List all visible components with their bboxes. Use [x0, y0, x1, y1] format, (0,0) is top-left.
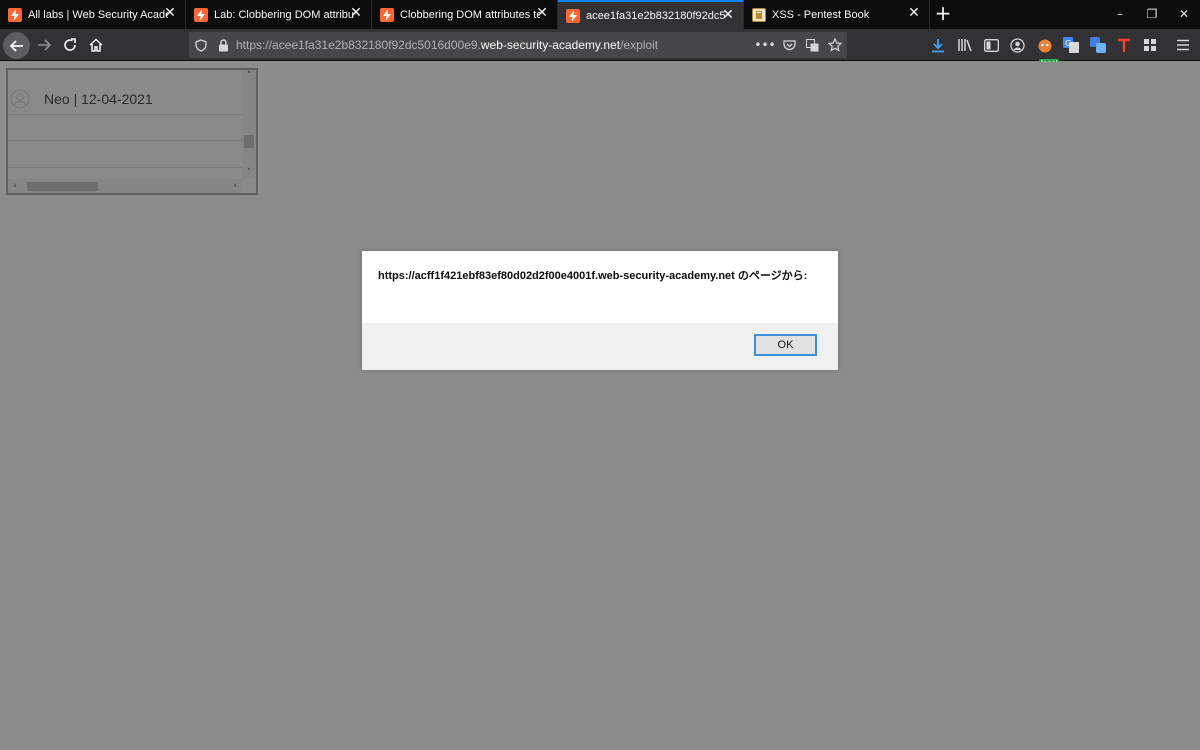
sidebar-icon[interactable] [982, 36, 1000, 54]
tab-title: All labs | Web Security Academy [28, 8, 168, 21]
divider [8, 140, 242, 141]
close-icon[interactable]: ✕ [721, 8, 735, 22]
url-domain: web-security-academy.net [480, 38, 621, 52]
pocket-icon[interactable] [780, 37, 798, 53]
tab-strip: All labs | Web Security Academy ✕ Lab: C… [0, 0, 1200, 29]
close-icon[interactable]: ✕ [349, 6, 363, 20]
minimize-button[interactable]: – [1104, 0, 1136, 29]
google-translate-extension-icon[interactable]: G [1062, 36, 1080, 54]
tab-title: Clobbering DOM attributes to bypass HTML… [400, 8, 540, 21]
close-icon[interactable]: ✕ [907, 6, 921, 20]
comment-header: Neo | 12-04-2021 [8, 86, 242, 112]
divider [8, 114, 242, 115]
text-extension-icon[interactable] [1115, 36, 1133, 54]
bookmark-star-icon[interactable] [826, 37, 844, 53]
tracking-protection-icon[interactable] [193, 37, 209, 53]
page-content: Neo | 12-04-2021 ˄ ˅ ‹ › [0, 62, 1200, 750]
svg-text:G: G [1065, 39, 1071, 48]
burp-icon [8, 7, 22, 22]
burp-icon [566, 8, 580, 23]
tab-all-labs[interactable]: All labs | Web Security Academy ✕ [0, 0, 186, 29]
home-button[interactable] [83, 32, 109, 58]
horizontal-scroll-thumb[interactable] [27, 182, 98, 191]
window-controls: – ❐ ✕ [1104, 0, 1200, 29]
lock-icon[interactable] [215, 37, 231, 53]
url-prefix: https://acee1fa31e2b832180f92dc5016d00e9… [236, 38, 481, 52]
home-icon [89, 38, 103, 52]
tab-exploit-server[interactable]: acee1fa31e2b832180f92dc5016d00e9.web-sec… [558, 0, 744, 29]
embedded-iframe[interactable]: Neo | 12-04-2021 ˄ ˅ ‹ › [6, 68, 258, 195]
library-icon[interactable] [956, 36, 974, 54]
scroll-right-arrow[interactable]: › [228, 179, 242, 193]
comment-author-date: Neo | 12-04-2021 [44, 91, 153, 107]
scrollbar-corner [242, 179, 256, 193]
foxyproxy-extension-icon[interactable] [1036, 36, 1054, 54]
alert-dialog: https://acff1f421ebf83ef80d02d2f00e4001f… [362, 251, 838, 370]
translator-extension-icon[interactable] [1089, 36, 1107, 54]
navigation-toolbar: https://acee1fa31e2b832180f92dc5016d00e9… [0, 29, 1200, 69]
restore-button[interactable]: ❐ [1136, 0, 1168, 29]
tab-title: Lab: Clobbering DOM attributes to bypass… [214, 8, 354, 21]
divider [8, 167, 242, 168]
tab-title: XSS - Pentest Book [772, 8, 870, 21]
close-icon[interactable]: ✕ [535, 6, 549, 20]
address-bar[interactable]: https://acee1fa31e2b832180f92dc5016d00e9… [189, 32, 847, 58]
book-icon [752, 7, 766, 22]
back-button[interactable] [3, 32, 30, 59]
reload-button[interactable] [57, 32, 83, 58]
url-text[interactable]: https://acee1fa31e2b832180f92dc5016d00e9… [236, 38, 658, 52]
scroll-left-arrow[interactable]: ‹ [8, 179, 22, 193]
arrow-right-icon [38, 39, 51, 51]
close-icon[interactable]: ✕ [163, 6, 177, 20]
burp-icon [194, 7, 208, 22]
reload-icon [64, 38, 76, 51]
new-tab-button[interactable]: + [930, 0, 956, 29]
tab-title: acee1fa31e2b832180f92dc5016d00e9.web-sec… [586, 9, 726, 22]
horizontal-scrollbar[interactable]: ‹ › [8, 179, 242, 193]
account-icon[interactable] [1008, 36, 1026, 54]
vertical-scroll-thumb[interactable] [244, 135, 254, 148]
vertical-scrollbar[interactable]: ˄ ˅ [242, 70, 256, 179]
tab-lab-clobbering[interactable]: Lab: Clobbering DOM attributes to bypass… [186, 0, 372, 29]
alert-footer: OK [362, 323, 838, 370]
tab-clobbering-article[interactable]: Clobbering DOM attributes to bypass HTML… [372, 0, 558, 29]
extensions-grid-icon[interactable] [1141, 36, 1159, 54]
ok-button[interactable]: OK [754, 334, 817, 356]
page-actions-menu[interactable]: ••• [754, 37, 775, 53]
translate-icon[interactable] [803, 37, 821, 53]
alert-message: https://acff1f421ebf83ef80d02d2f00e4001f… [378, 270, 808, 282]
scroll-up-arrow[interactable]: ˄ [242, 70, 256, 82]
tab-xss-pentest-book[interactable]: XSS - Pentest Book ✕ [744, 0, 930, 29]
burp-icon [380, 7, 394, 22]
arrow-left-icon [9, 39, 23, 52]
avatar-icon [10, 89, 30, 109]
url-path: /exploit [620, 38, 659, 52]
downloads-icon[interactable] [929, 36, 947, 54]
forward-button[interactable] [31, 32, 57, 58]
scroll-down-arrow[interactable]: ˅ [242, 167, 256, 179]
hamburger-menu-icon[interactable] [1174, 36, 1192, 54]
window-close-button[interactable]: ✕ [1168, 0, 1200, 29]
